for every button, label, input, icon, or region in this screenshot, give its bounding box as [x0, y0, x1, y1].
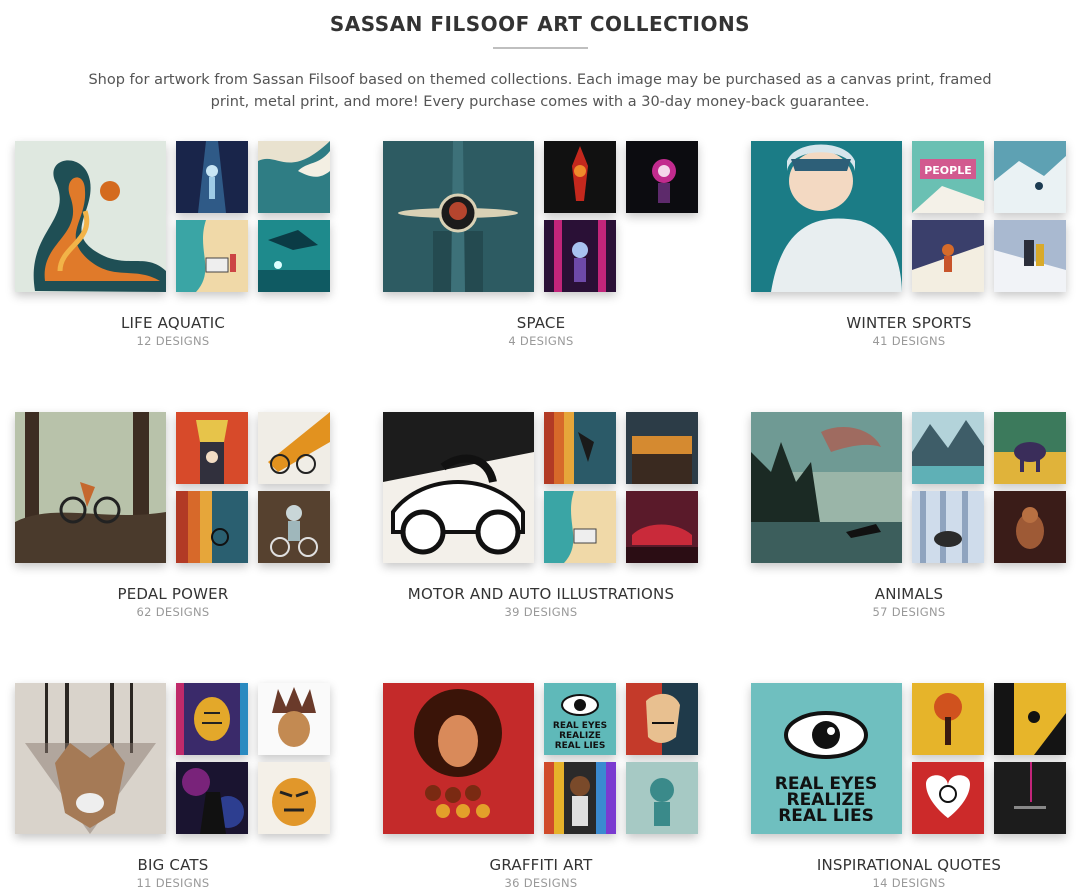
collection-design-count: 11 DESIGNS — [136, 876, 210, 890]
collection-design-count: 4 DESIGNS — [508, 334, 574, 348]
page-title: SASSAN FILSOOF ART COLLECTIONS — [329, 12, 751, 36]
collection-preview-image[interactable] — [544, 141, 616, 213]
collection-preview-image[interactable] — [176, 220, 248, 292]
collection-preview-image[interactable] — [258, 141, 330, 213]
collection-design-count: 57 DESIGNS — [872, 605, 946, 619]
collection-preview-image[interactable] — [994, 412, 1066, 484]
collection-graffiti-art[interactable]: REAL EYES REALIZE REAL LIES GRAFFITI ART… — [383, 683, 699, 893]
collection-preview-image[interactable] — [626, 412, 698, 484]
collection-title[interactable]: INSPIRATIONAL QUOTES — [751, 856, 1067, 874]
collection-preview-image[interactable] — [544, 762, 616, 834]
collection-preview-image[interactable] — [626, 762, 698, 834]
title-divider — [493, 47, 588, 49]
collection-inspirational-quotes[interactable]: REAL EYES REALIZE REAL LIES INSPIRATIONA… — [751, 683, 1067, 893]
collection-pedal-power[interactable]: PEDAL POWER 62 DESIGNS — [15, 412, 331, 622]
collection-preview-image[interactable] — [258, 762, 330, 834]
collection-preview-image[interactable]: REAL EYES REALIZE REAL LIES — [544, 683, 616, 755]
collection-preview-image[interactable] — [994, 220, 1066, 292]
collection-preview-image[interactable] — [626, 141, 698, 213]
collection-preview-image[interactable] — [544, 220, 616, 292]
collection-design-count: 12 DESIGNS — [136, 334, 210, 348]
collection-big-cats[interactable]: BIG CATS 11 DESIGNS — [15, 683, 331, 893]
collection-title[interactable]: SPACE — [383, 314, 699, 332]
collection-preview-image[interactable] — [912, 762, 984, 834]
collection-preview-image[interactable] — [994, 762, 1066, 834]
collection-preview-image[interactable] — [912, 412, 984, 484]
collection-cover-image[interactable] — [383, 141, 534, 292]
collection-cover-image[interactable] — [383, 412, 534, 563]
collection-design-count: 62 DESIGNS — [136, 605, 210, 619]
collection-title[interactable]: MOTOR AND AUTO ILLUSTRATIONS — [383, 585, 699, 603]
collection-design-count: 41 DESIGNS — [872, 334, 946, 348]
collection-title[interactable]: WINTER SPORTS — [751, 314, 1067, 332]
collection-cover-image[interactable] — [383, 683, 534, 834]
collection-preview-image[interactable]: PEOPLE — [912, 141, 984, 213]
collection-cover-image[interactable]: REAL EYES REALIZE REAL LIES — [751, 683, 902, 834]
collection-title[interactable]: PEDAL POWER — [15, 585, 331, 603]
collection-animals[interactable]: ANIMALS 57 DESIGNS — [751, 412, 1067, 622]
collection-preview-image[interactable] — [912, 491, 984, 563]
collection-title[interactable]: GRAFFITI ART — [383, 856, 699, 874]
collection-preview-image[interactable] — [912, 683, 984, 755]
collection-cover-image[interactable] — [15, 683, 166, 834]
collection-preview-image[interactable] — [626, 683, 698, 755]
collection-design-count: 14 DESIGNS — [872, 876, 946, 890]
collection-winter-sports[interactable]: PEOPLE WINTER SPORTS 41 DESIGNS — [751, 141, 1067, 351]
collection-preview-image[interactable] — [258, 491, 330, 563]
collection-preview-image[interactable] — [258, 220, 330, 292]
collection-design-count: 36 DESIGNS — [504, 876, 578, 890]
collection-preview-image[interactable] — [258, 683, 330, 755]
collection-preview-image[interactable] — [258, 412, 330, 484]
collection-title[interactable]: BIG CATS — [15, 856, 331, 874]
collection-preview-image[interactable] — [176, 683, 248, 755]
collection-preview-image[interactable] — [176, 141, 248, 213]
collection-title[interactable]: LIFE AQUATIC — [15, 314, 331, 332]
intro-text: Shop for artwork from Sassan Filsoof bas… — [88, 72, 992, 110]
quote-line-1-small: REAL EYES — [553, 721, 607, 731]
collection-life-aquatic[interactable]: LIFE AQUATIC 12 DESIGNS — [15, 141, 331, 351]
collection-preview-image[interactable] — [544, 491, 616, 563]
collection-cover-image[interactable] — [751, 412, 902, 563]
collection-preview-image[interactable] — [994, 491, 1066, 563]
collection-cover-image[interactable] — [751, 141, 902, 292]
people-sign-text: PEOPLE — [924, 164, 972, 177]
collection-preview-image[interactable] — [626, 491, 698, 563]
collection-preview-image[interactable] — [994, 683, 1066, 755]
quote-line-3: REAL LIES — [778, 806, 874, 826]
collection-cover-image[interactable] — [15, 141, 166, 292]
collection-preview-image[interactable] — [176, 491, 248, 563]
collection-preview-image[interactable] — [912, 220, 984, 292]
collection-preview-image[interactable] — [544, 412, 616, 484]
collection-preview-image[interactable] — [994, 141, 1066, 213]
collection-title[interactable]: ANIMALS — [751, 585, 1067, 603]
collection-cover-image[interactable] — [15, 412, 166, 563]
quote-line-2-small: REALIZE — [559, 731, 601, 741]
collection-preview-image[interactable] — [176, 412, 248, 484]
collection-space[interactable]: SPACE 4 DESIGNS — [383, 141, 699, 351]
collection-design-count: 39 DESIGNS — [504, 605, 578, 619]
collection-preview-image[interactable] — [176, 762, 248, 834]
collection-motor-auto[interactable]: MOTOR AND AUTO ILLUSTRATIONS 39 DESIGNS — [383, 412, 699, 622]
quote-line-3-small: REAL LIES — [555, 741, 606, 751]
